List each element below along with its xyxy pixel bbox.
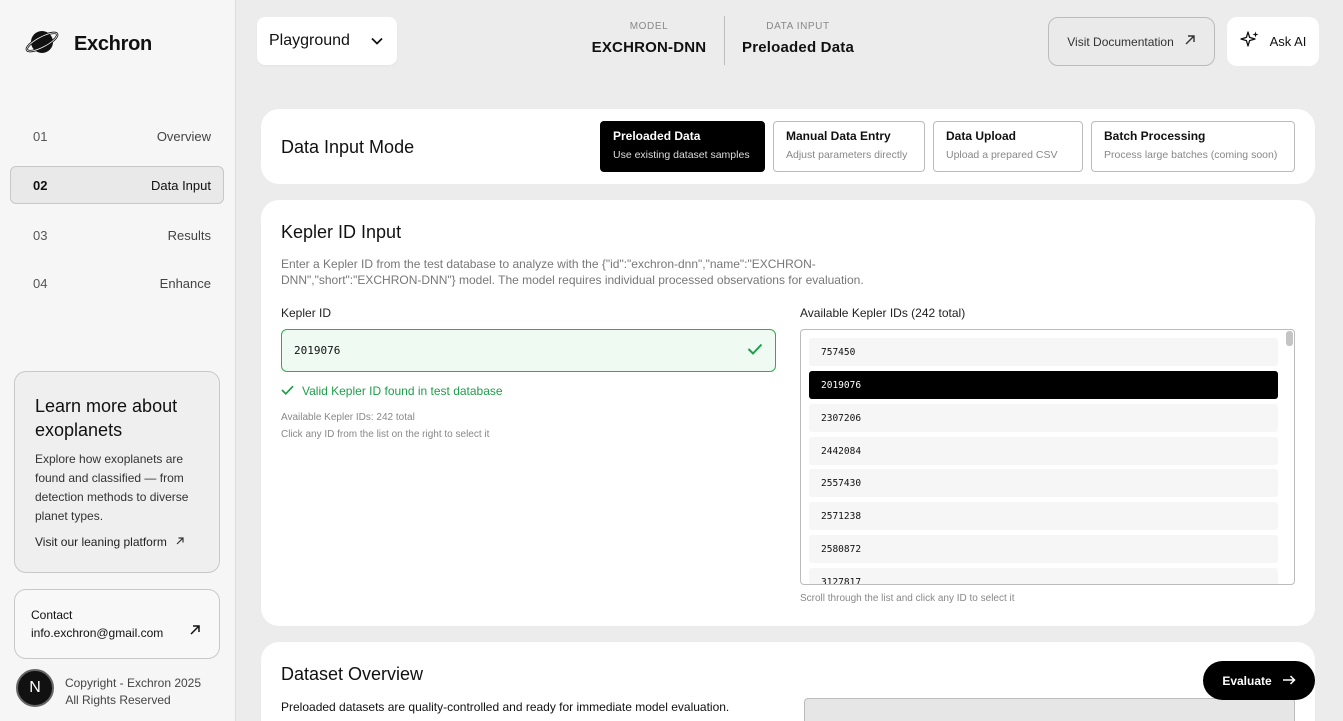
data-input-label: DATA INPUT bbox=[766, 21, 830, 32]
kepler-id-input[interactable]: 2019076 bbox=[281, 329, 776, 372]
mode-data-upload[interactable]: Data Upload Upload a prepared CSV bbox=[933, 121, 1083, 172]
kepler-id-label: Kepler ID bbox=[281, 306, 332, 320]
available-ids-hint: Available Kepler IDs: 242 total bbox=[281, 412, 415, 423]
contact-card[interactable]: Contact info.exchron@gmail.com bbox=[14, 589, 220, 659]
nav-number: 02 bbox=[33, 177, 48, 193]
kepler-id-value: 2019076 bbox=[294, 344, 341, 357]
evaluate-button[interactable]: Evaluate bbox=[1203, 661, 1315, 700]
scrollbar-thumb[interactable] bbox=[1286, 331, 1293, 346]
click-id-hint: Click any ID from the list on the right … bbox=[281, 429, 490, 440]
kepler-title: Kepler ID Input bbox=[281, 222, 402, 242]
mode-option-title: Batch Processing bbox=[1104, 129, 1206, 143]
model-label: MODEL bbox=[629, 21, 669, 32]
evaluate-label: Evaluate bbox=[1222, 673, 1272, 688]
mode-manual-data-entry[interactable]: Manual Data Entry Adjust parameters dire… bbox=[773, 121, 925, 172]
app-name: Exchron bbox=[74, 33, 152, 55]
learn-description: Explore how exoplanets are found and cla… bbox=[35, 452, 189, 523]
sidebar-item-overview[interactable]: 01 Overview bbox=[10, 117, 224, 155]
list-item[interactable]: 2580872 bbox=[809, 535, 1278, 563]
arrow-right-icon bbox=[1282, 674, 1296, 688]
mode-batch-processing[interactable]: Batch Processing Process large batches (… bbox=[1091, 121, 1295, 172]
data-input-mode-panel: Data Input Mode Preloaded Data Use exist… bbox=[261, 109, 1315, 184]
mode-title: Data Input Mode bbox=[281, 137, 415, 157]
mode-option-subtitle: Process large batches (coming soon) bbox=[1104, 149, 1278, 161]
dataset-preview-box bbox=[804, 698, 1295, 721]
learn-title: Learn more about exoplanets bbox=[35, 396, 178, 440]
valid-message: Valid Kepler ID found in test database bbox=[281, 384, 503, 398]
list-item[interactable]: 2307206 bbox=[809, 404, 1278, 432]
ask-ai-button[interactable]: Ask AI bbox=[1227, 17, 1319, 66]
learn-link-label: Visit our leaning platform bbox=[35, 535, 167, 549]
kepler-id-list[interactable]: 757450 2019076 2307206 2442084 2557430 2… bbox=[800, 329, 1295, 585]
list-item[interactable]: 757450 bbox=[809, 338, 1278, 366]
n-badge[interactable]: N bbox=[16, 669, 54, 707]
check-icon bbox=[281, 384, 294, 398]
dataset-overview-panel: Dataset Overview Preloaded datasets are … bbox=[261, 642, 1315, 721]
sparkle-icon bbox=[1239, 30, 1260, 53]
ask-ai-label: Ask AI bbox=[1269, 34, 1307, 49]
workspace-dropdown[interactable]: Playground bbox=[257, 17, 397, 65]
valid-message-text: Valid Kepler ID found in test database bbox=[302, 384, 503, 398]
kepler-description: Enter a Kepler ID from the test database… bbox=[281, 257, 864, 287]
sidebar: Exchron 01 Overview 02 Data Input 03 Res… bbox=[0, 0, 236, 721]
sidebar-item-results[interactable]: 03 Results bbox=[10, 216, 224, 254]
model-value: EXCHRON-DNN bbox=[591, 39, 707, 56]
data-input-value: Preloaded Data bbox=[741, 39, 854, 56]
nav-number: 03 bbox=[33, 227, 48, 243]
arrow-up-right-icon bbox=[189, 623, 201, 641]
nav-number: 04 bbox=[33, 275, 48, 291]
nav-label: Overview bbox=[156, 128, 211, 144]
arrow-up-right-icon bbox=[175, 535, 185, 549]
list-item[interactable]: 2557430 bbox=[809, 469, 1278, 497]
planet-icon bbox=[24, 27, 60, 62]
top-bar: Playground MODEL EXCHRON-DNN DATA INPUT … bbox=[236, 0, 1343, 80]
mode-preloaded-data[interactable]: Preloaded Data Use existing dataset samp… bbox=[600, 121, 765, 172]
list-hint: Scroll through the list and click any ID… bbox=[800, 593, 1015, 604]
divider bbox=[724, 16, 725, 65]
nav-number: 01 bbox=[33, 128, 48, 144]
doc-button-label: Visit Documentation bbox=[1067, 34, 1174, 49]
list-item[interactable]: 2571238 bbox=[809, 502, 1278, 530]
dropdown-value: Playground bbox=[269, 32, 350, 49]
dataset-description: Preloaded datasets are quality-controlle… bbox=[281, 700, 730, 714]
kepler-id-panel: Kepler ID Input Enter a Kepler ID from t… bbox=[261, 200, 1315, 626]
mode-option-title: Preloaded Data bbox=[613, 129, 701, 143]
mode-option-title: Data Upload bbox=[946, 129, 1017, 143]
chevron-down-icon bbox=[371, 32, 383, 50]
mode-option-title: Manual Data Entry bbox=[786, 129, 891, 143]
check-icon bbox=[747, 343, 763, 358]
mode-option-subtitle: Use existing dataset samples bbox=[613, 149, 750, 161]
visit-documentation-button[interactable]: Visit Documentation bbox=[1048, 17, 1215, 66]
nav-label: Results bbox=[167, 227, 211, 243]
logo[interactable]: Exchron bbox=[24, 27, 152, 62]
mode-option-subtitle: Adjust parameters directly bbox=[786, 149, 908, 161]
learn-card: Learn more about exoplanets Explore how … bbox=[14, 371, 220, 573]
available-ids-label: Available Kepler IDs (242 total) bbox=[800, 306, 966, 320]
arrow-up-right-icon bbox=[1184, 34, 1196, 49]
model-info: MODEL EXCHRON-DNN bbox=[584, 21, 714, 56]
nav-label: Data Input bbox=[151, 177, 211, 193]
contact-label: Contact bbox=[31, 608, 73, 622]
data-input-info: DATA INPUT Preloaded Data bbox=[736, 21, 860, 56]
contact-email: info.exchron@gmail.com bbox=[31, 626, 164, 640]
sidebar-item-enhance[interactable]: 04 Enhance bbox=[10, 264, 224, 302]
mode-option-subtitle: Upload a prepared CSV bbox=[946, 149, 1058, 161]
learning-platform-link[interactable]: Visit our leaning platform bbox=[35, 535, 185, 549]
list-item[interactable]: 3127817 bbox=[809, 568, 1278, 584]
nav-label: Enhance bbox=[159, 275, 211, 291]
dataset-title: Dataset Overview bbox=[281, 664, 424, 684]
list-item[interactable]: 2442084 bbox=[809, 437, 1278, 465]
sidebar-item-data-input[interactable]: 02 Data Input bbox=[10, 166, 224, 204]
list-item-selected[interactable]: 2019076 bbox=[809, 371, 1278, 399]
